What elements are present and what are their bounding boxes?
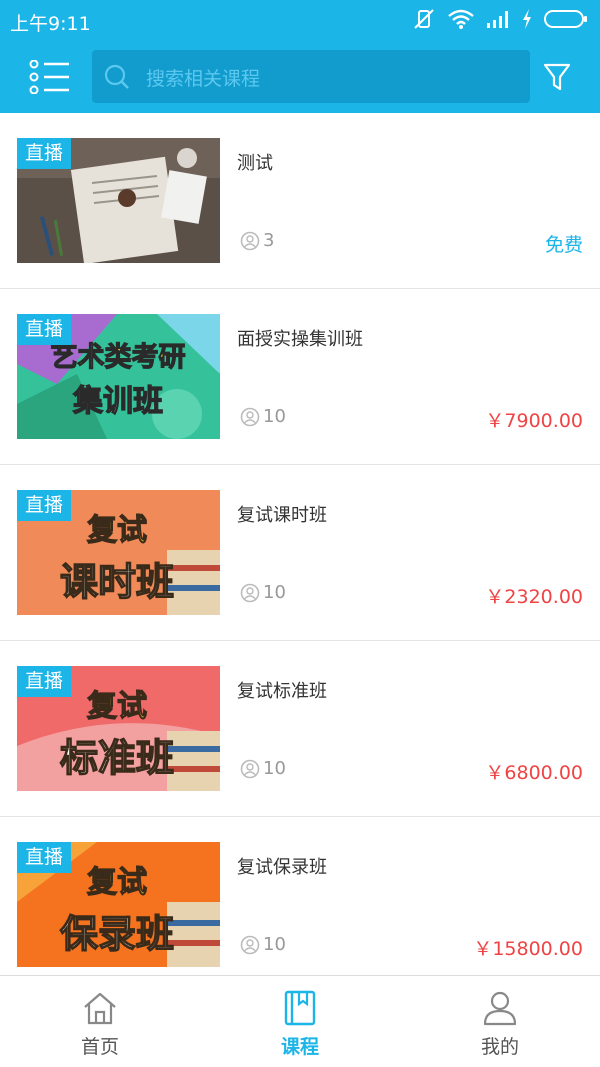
course-price: ￥15800.00 xyxy=(473,938,583,960)
book-icon xyxy=(284,990,316,1026)
student-count-value: 3 xyxy=(263,230,275,251)
course-price: 免费 xyxy=(544,234,583,256)
tab-mine[interactable]: 我的 xyxy=(400,976,600,1067)
filter-button[interactable] xyxy=(543,62,571,92)
home-icon xyxy=(84,992,116,1025)
course-title: 复试保录班 xyxy=(237,857,327,878)
course-item[interactable]: 复试 保录班 直播 复试保录班 10 ￥15800.00 xyxy=(0,817,600,993)
signal-icon xyxy=(487,11,508,28)
thumbnail-headline: 复试 xyxy=(87,513,147,548)
student-count-value: 10 xyxy=(263,582,286,603)
course-thumbnail: 艺术类考研 集训班 直播 xyxy=(17,314,220,439)
user-icon xyxy=(483,991,517,1026)
search-placeholder: 搜索相关课程 xyxy=(146,68,261,90)
user-icon xyxy=(240,231,260,250)
thumbnail-headline: 复试 xyxy=(87,689,147,724)
course-price: ￥7900.00 xyxy=(485,410,583,432)
student-count: 3 xyxy=(240,230,274,251)
student-count-value: 10 xyxy=(263,406,286,427)
course-item[interactable]: 复试 课时班 直播 复试课时班 10 ￥2320.00 xyxy=(0,465,600,641)
status-bar: 上午9:11 xyxy=(0,0,600,40)
student-count: 10 xyxy=(240,582,286,603)
course-thumbnail: 复试 课时班 直播 xyxy=(17,490,220,615)
vibrate-off-icon xyxy=(414,9,434,29)
tab-courses-label: 课程 xyxy=(280,1036,319,1058)
thumbnail-headline: 艺术类考研 xyxy=(51,342,186,373)
student-count: 10 xyxy=(240,406,286,427)
tab-courses[interactable]: 课程 xyxy=(200,976,400,1067)
live-tag: 直播 xyxy=(17,842,72,873)
user-icon xyxy=(240,935,260,954)
user-icon xyxy=(240,583,260,602)
course-price: ￥2320.00 xyxy=(485,586,583,608)
tab-mine-label: 我的 xyxy=(480,1036,519,1058)
student-count: 10 xyxy=(240,758,286,779)
status-icons xyxy=(412,8,588,30)
course-item[interactable]: 复试 标准班 直播 复试标准班 10 ￥6800.00 xyxy=(0,641,600,817)
thumbnail-subheadline: 课时班 xyxy=(60,560,174,604)
course-price: ￥6800.00 xyxy=(485,762,583,784)
student-count: 10 xyxy=(240,934,286,955)
thumbnail-subheadline: 集训班 xyxy=(72,384,163,419)
student-count-value: 10 xyxy=(263,934,286,955)
menu-icon xyxy=(29,59,69,95)
course-item[interactable]: 直播 测试 3 免费 xyxy=(0,113,600,289)
course-title: 复试标准班 xyxy=(237,681,327,702)
bottom-tab-bar: 首页 课程 我的 xyxy=(0,975,600,1067)
user-icon xyxy=(240,407,260,426)
thumbnail-subheadline: 保录班 xyxy=(60,912,174,956)
course-thumbnail: 直播 xyxy=(17,138,220,263)
course-item[interactable]: 艺术类考研 集训班 直播 面授实操集训班 10 ￥7900.00 xyxy=(0,289,600,465)
course-title: 复试课时班 xyxy=(237,505,327,526)
thumbnail-subheadline: 标准班 xyxy=(60,736,174,780)
live-tag: 直播 xyxy=(17,490,72,521)
live-tag: 直播 xyxy=(17,666,72,697)
thumbnail-headline: 复试 xyxy=(87,865,147,900)
tab-home[interactable]: 首页 xyxy=(0,976,200,1067)
menu-button[interactable] xyxy=(28,59,72,95)
live-tag: 直播 xyxy=(17,314,72,345)
status-time: 上午9:11 xyxy=(10,13,91,35)
search-input[interactable]: 搜索相关课程 xyxy=(92,50,530,103)
live-tag: 直播 xyxy=(17,138,72,169)
battery-icon xyxy=(544,10,587,28)
tab-home-label: 首页 xyxy=(80,1036,119,1058)
course-title: 面授实操集训班 xyxy=(237,329,363,350)
student-count-value: 10 xyxy=(263,758,286,779)
course-thumbnail: 复试 保录班 直播 xyxy=(17,842,220,967)
wifi-icon xyxy=(448,9,474,29)
app-header: 上午9:11 搜索相关课程 xyxy=(0,0,600,113)
course-list: 直播 测试 3 免费 艺术类考研 集训班 直播 面授实操集训班 10 ￥7900… xyxy=(0,113,600,993)
course-thumbnail: 复试 标准班 直播 xyxy=(17,666,220,791)
user-icon xyxy=(240,759,260,778)
course-title: 测试 xyxy=(237,153,273,174)
charging-icon xyxy=(523,9,531,29)
search-icon xyxy=(104,64,129,89)
filter-icon xyxy=(543,63,571,91)
